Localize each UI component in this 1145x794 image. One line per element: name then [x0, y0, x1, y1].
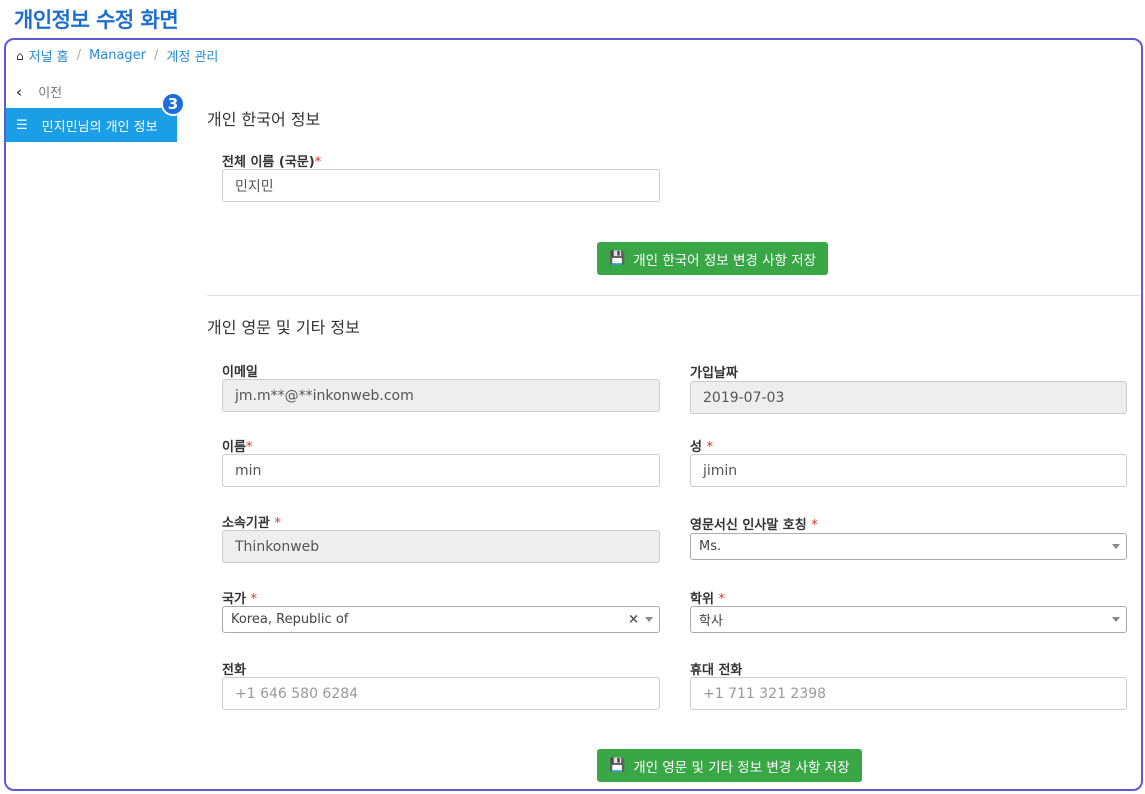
breadcrumb-separator: / [76, 48, 82, 63]
section-divider [207, 295, 1140, 296]
degree-label: 학위 * [690, 592, 725, 607]
salutation-select[interactable]: Ms. [690, 533, 1127, 560]
breadcrumb-journal-home[interactable]: 저널 홈 [29, 46, 69, 65]
clear-icon[interactable]: × [628, 612, 639, 627]
main-frame: ⌂ 저널 홈 / Manager / 계정 관리 ‹ 이전 ☰ 민지민님의 개인… [4, 38, 1143, 791]
affiliation-label: 소속기관 * [222, 516, 281, 531]
page-title: 개인정보 수정 화면 [14, 8, 179, 32]
section-english-title: 개인 영문 및 기타 정보 [207, 318, 360, 337]
step-badge: 3 [161, 92, 185, 116]
country-select[interactable]: Korea, Republic of × [222, 606, 660, 633]
degree-select[interactable]: 학사 [690, 606, 1127, 633]
full-name-input[interactable]: 민지민 [222, 169, 660, 202]
back-link[interactable]: ‹ 이전 [16, 82, 63, 102]
join-date-label: 가입날짜 [690, 366, 738, 381]
email-field: jm.m**@**inkonweb.com [222, 379, 660, 412]
last-name-input[interactable]: jimin [690, 454, 1127, 487]
floppy-disk-icon: 💾 [609, 758, 626, 773]
salutation-label: 영문서신 인사말 호칭 * [690, 518, 818, 533]
last-name-label: 성 * [690, 440, 713, 455]
dropdown-arrow-icon [1112, 617, 1120, 622]
list-icon: ☰ [16, 117, 28, 133]
country-label: 국가 * [222, 592, 257, 607]
join-date-field: 2019-07-03 [690, 381, 1127, 414]
breadcrumb-manager[interactable]: Manager [89, 48, 146, 63]
dropdown-arrow-icon [1112, 544, 1120, 549]
mobile-input[interactable]: +1 711 321 2398 [690, 677, 1127, 710]
first-name-label: 이름* [222, 440, 253, 455]
back-label: 이전 [38, 86, 63, 101]
breadcrumb: ⌂ 저널 홈 / Manager / 계정 관리 [16, 46, 218, 65]
chevron-left-icon: ‹ [16, 82, 23, 101]
sidebar-item-personal-info[interactable]: ☰ 민지민님의 개인 정보 [6, 108, 177, 142]
sidebar-item-label: 민지민님의 개인 정보 [41, 119, 158, 135]
breadcrumb-account-management[interactable]: 계정 관리 [166, 46, 218, 65]
first-name-input[interactable]: min [222, 454, 660, 487]
section-korean-title: 개인 한국어 정보 [207, 110, 321, 129]
phone-input[interactable]: +1 646 580 6284 [222, 677, 660, 710]
save-english-info-button[interactable]: 💾 개인 영문 및 기타 정보 변경 사항 저장 [597, 749, 862, 782]
breadcrumb-separator: / [154, 48, 159, 63]
phone-label: 전화 [222, 663, 246, 678]
mobile-label: 휴대 전화 [690, 663, 743, 678]
affiliation-field: Thinkonweb [222, 530, 660, 563]
dropdown-arrow-icon [645, 617, 653, 622]
save-korean-info-button[interactable]: 💾 개인 한국어 정보 변경 사항 저장 [597, 242, 829, 275]
home-icon: ⌂ [16, 48, 24, 63]
full-name-label: 전체 이름 (국문)* [222, 155, 322, 170]
floppy-disk-icon: 💾 [609, 251, 626, 266]
email-label: 이메일 [222, 365, 258, 380]
